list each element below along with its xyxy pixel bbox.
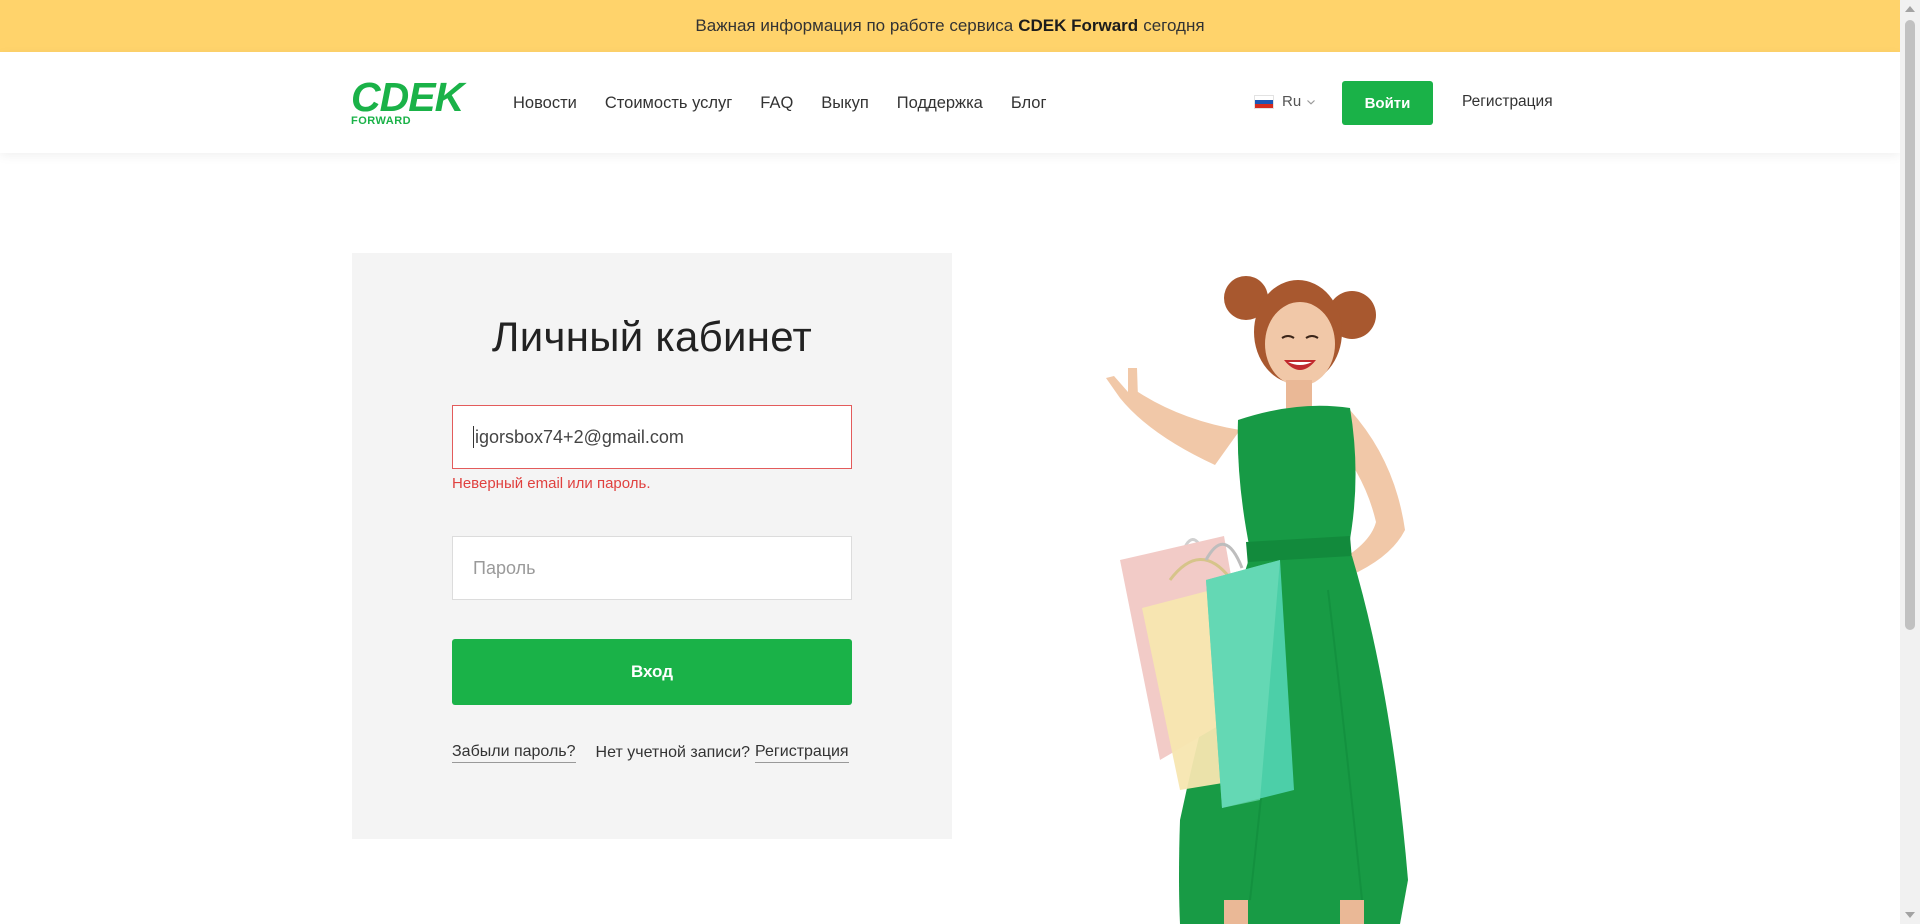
forgot-password-link[interactable]: Забыли пароль? (452, 743, 576, 763)
nav-item-faq[interactable]: FAQ (760, 88, 793, 118)
chevron-down-icon (1307, 99, 1316, 105)
language-label: Ru (1282, 93, 1302, 110)
main-nav: Новости Стоимость услуг FAQ Выкуп Поддер… (513, 88, 1075, 118)
login-button[interactable]: Войти (1342, 81, 1433, 125)
nav-item-blog[interactable]: Блог (1011, 88, 1047, 118)
page: Важная информация по работе сервиса CDEK… (0, 0, 1920, 924)
email-field[interactable]: igorsbox74+2@gmail.com (452, 405, 852, 469)
scrollbar-thumb[interactable] (1905, 20, 1915, 630)
password-placeholder: Пароль (473, 557, 536, 578)
nav-item-pricing[interactable]: Стоимость услуг (605, 88, 732, 118)
register-link[interactable]: Регистрация (1462, 93, 1553, 111)
email-value: igorsbox74+2@gmail.com (475, 426, 684, 447)
notice-banner[interactable]: Важная информация по работе сервиса CDEK… (0, 0, 1900, 52)
login-panel: Личный кабинет igorsbox74+2@gmail.com Не… (352, 253, 952, 839)
nav-item-buyout[interactable]: Выкуп (821, 88, 868, 118)
cdek-forward-logo[interactable]: CDEK FORWARD (351, 74, 469, 129)
russia-flag-icon (1254, 94, 1274, 109)
password-field[interactable]: Пароль (452, 536, 852, 600)
notice-suffix: сегодня (1143, 16, 1205, 35)
login-error-message: Неверный email или пароль. (452, 475, 651, 492)
auth-links: Забыли пароль? Нет учетной записи? Регис… (452, 743, 852, 763)
no-account-text: Нет учетной записи? (595, 744, 751, 761)
page-title: Личный кабинет (491, 313, 813, 360)
nav-item-news[interactable]: Новости (513, 88, 577, 118)
panel-register-link[interactable]: Регистрация (755, 743, 849, 763)
scroll-up-arrow-icon[interactable] (1905, 6, 1915, 12)
language-selector[interactable]: Ru (1254, 93, 1316, 110)
notice-text: Важная информация по работе сервиса (695, 16, 1014, 35)
logo-wordmark: CDEK (351, 74, 464, 120)
submit-login-button[interactable]: Вход (452, 639, 852, 705)
text-caret (473, 426, 474, 448)
scroll-down-arrow-icon[interactable] (1905, 912, 1915, 918)
site-header: CDEK FORWARD Новости Стоимость услуг FAQ… (0, 52, 1900, 153)
hero-woman-shopping-illustration (1106, 276, 1408, 924)
nav-item-support[interactable]: Поддержка (897, 88, 983, 118)
page-scrollbar[interactable] (1900, 0, 1920, 924)
notice-brand: CDEK Forward (1018, 16, 1139, 35)
